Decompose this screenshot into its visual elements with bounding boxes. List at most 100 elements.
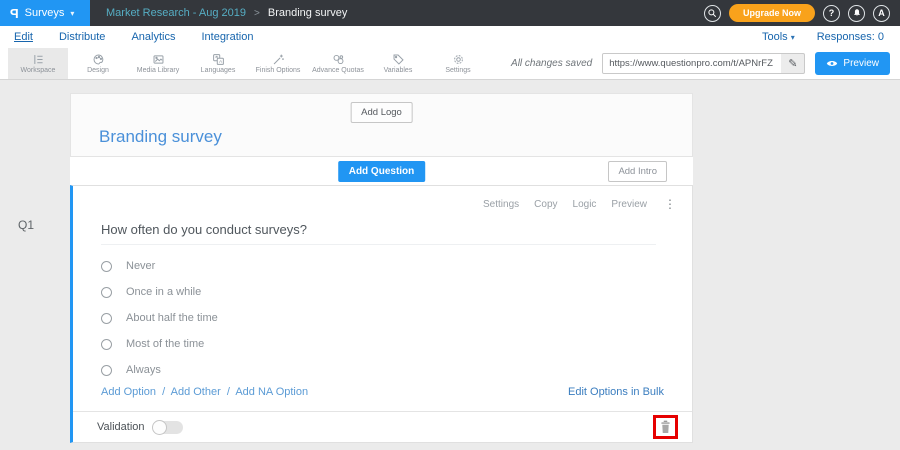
survey-url-input[interactable] [603,54,781,73]
toolbar-item-label: Settings [445,67,470,74]
section-tabs: Edit Distribute Analytics Integration To… [0,26,900,48]
survey-title[interactable]: Branding survey [99,127,222,147]
edit-options-in-bulk-link[interactable]: Edit Options in Bulk [568,386,664,398]
toolbar-item-label: Advance Quotas [312,67,364,74]
option-label[interactable]: About half the time [126,312,218,324]
question-logic-link[interactable]: Logic [573,199,597,210]
delete-question-button[interactable] [653,415,678,439]
autosave-status: All changes saved [511,58,592,69]
validation-toggle[interactable] [153,421,183,434]
question-copy-link[interactable]: Copy [534,199,557,210]
workspace-icon [32,53,45,66]
gear-icon [452,53,465,66]
help-button[interactable]: ? [823,5,840,22]
tabs-right: Tools ▾ Responses: 0 [762,31,884,43]
toggle-knob [152,420,167,435]
option-row[interactable]: Never [101,260,218,272]
toolbar-item-label: Variables [384,67,413,74]
caret-down-icon: ▾ [70,9,74,18]
question-settings-link[interactable]: Settings [483,199,519,210]
search-button[interactable] [704,5,721,22]
link-separator: / [162,386,165,398]
toolbar-item-finish-options[interactable]: Finish Options [248,48,308,79]
tag-icon [392,53,405,66]
toolbar-item-workspace[interactable]: Workspace [8,48,68,79]
toolbar-item-label: Media Library [137,67,179,74]
questionpro-logo: P [10,6,19,21]
add-question-band: Add Question Add Intro [70,157,693,185]
validation-label: Validation [97,421,145,433]
radio-button-icon[interactable] [101,313,112,324]
option-label[interactable]: Once in a while [126,286,201,298]
tab-edit[interactable]: Edit [14,31,33,43]
add-question-button[interactable]: Add Question [338,161,426,182]
avatar[interactable]: A [873,5,890,22]
option-label[interactable]: Always [126,364,161,376]
tab-integration[interactable]: Integration [201,31,253,43]
toolbar-item-variables[interactable]: Variables [368,48,428,79]
radio-button-icon[interactable] [101,365,112,376]
responses-count[interactable]: Responses: 0 [817,31,884,43]
surveys-menu-label: Surveys [25,7,65,19]
tab-distribute[interactable]: Distribute [59,31,105,43]
question-text[interactable]: How often do you conduct surveys? [101,222,656,245]
tab-analytics[interactable]: Analytics [131,31,175,43]
radio-button-icon[interactable] [101,339,112,350]
option-row[interactable]: Always [101,364,218,376]
toolbar-item-media-library[interactable]: Media Library [128,48,188,79]
toolbar-right: All changes saved ✎ Preview [511,48,900,79]
bell-icon [852,8,862,18]
breadcrumb-separator: > [254,8,260,19]
magic-wand-icon [272,53,285,66]
tools-menu[interactable]: Tools ▾ [762,31,795,43]
trash-icon [660,420,671,434]
add-logo-button[interactable]: Add Logo [350,102,413,123]
survey-editor-canvas: Q1 Add Logo Branding survey Add Question… [0,80,900,450]
preview-button-label: Preview [843,58,879,69]
chain-links-icon [332,53,345,66]
question-footer: Validation [73,411,692,442]
add-intro-button[interactable]: Add Intro [608,161,667,182]
toolbar-item-label: Design [87,67,109,74]
toolbar-item-label: Finish Options [256,67,301,74]
breadcrumb-parent-link[interactable]: Market Research - Aug 2019 [106,7,246,19]
upgrade-now-button[interactable]: Upgrade Now [729,4,815,22]
toolbar-item-label: Workspace [21,67,56,74]
option-label[interactable]: Never [126,260,155,272]
option-add-links: Add Option / Add Other / Add NA Option [101,386,308,398]
survey-url-group: ✎ [602,53,805,74]
breadcrumb: Market Research - Aug 2019 > Branding su… [106,7,347,19]
question-preview-link[interactable]: Preview [611,199,647,210]
image-icon [152,53,165,66]
tools-label: Tools [762,31,788,43]
palette-icon [92,53,105,66]
toolbar-item-label: Languages [201,67,236,74]
eye-icon [826,59,838,68]
toolbar-item-settings[interactable]: Settings [428,48,488,79]
edit-url-button[interactable]: ✎ [781,54,804,73]
radio-button-icon[interactable] [101,287,112,298]
more-options-icon[interactable]: ⋮ [664,197,676,211]
surveys-menu[interactable]: P Surveys ▾ [0,0,90,26]
radio-button-icon[interactable] [101,261,112,272]
add-other-link[interactable]: Add Other [171,386,221,398]
topnav-actions: Upgrade Now ? A [704,4,900,22]
option-row[interactable]: Once in a while [101,286,218,298]
link-separator: / [227,386,230,398]
notifications-button[interactable] [848,5,865,22]
toolbar-item-languages[interactable]: A Languages [188,48,248,79]
option-row[interactable]: Most of the time [101,338,218,350]
preview-button[interactable]: Preview [815,52,890,75]
pencil-icon: ✎ [788,57,797,70]
add-option-link[interactable]: Add Option [101,386,156,398]
top-navbar: P Surveys ▾ Market Research - Aug 2019 >… [0,0,900,26]
toolbar-item-design[interactable]: Design [68,48,128,79]
option-label[interactable]: Most of the time [126,338,204,350]
survey-header-card: Add Logo Branding survey [70,93,693,157]
question-card: Settings Copy Logic Preview ⋮ How often … [70,185,693,443]
search-icon [707,8,717,18]
add-na-option-link[interactable]: Add NA Option [235,386,308,398]
caret-down-icon: ▾ [791,33,795,42]
toolbar-item-advance-quotas[interactable]: Advance Quotas [308,48,368,79]
option-row[interactable]: About half the time [101,312,218,324]
